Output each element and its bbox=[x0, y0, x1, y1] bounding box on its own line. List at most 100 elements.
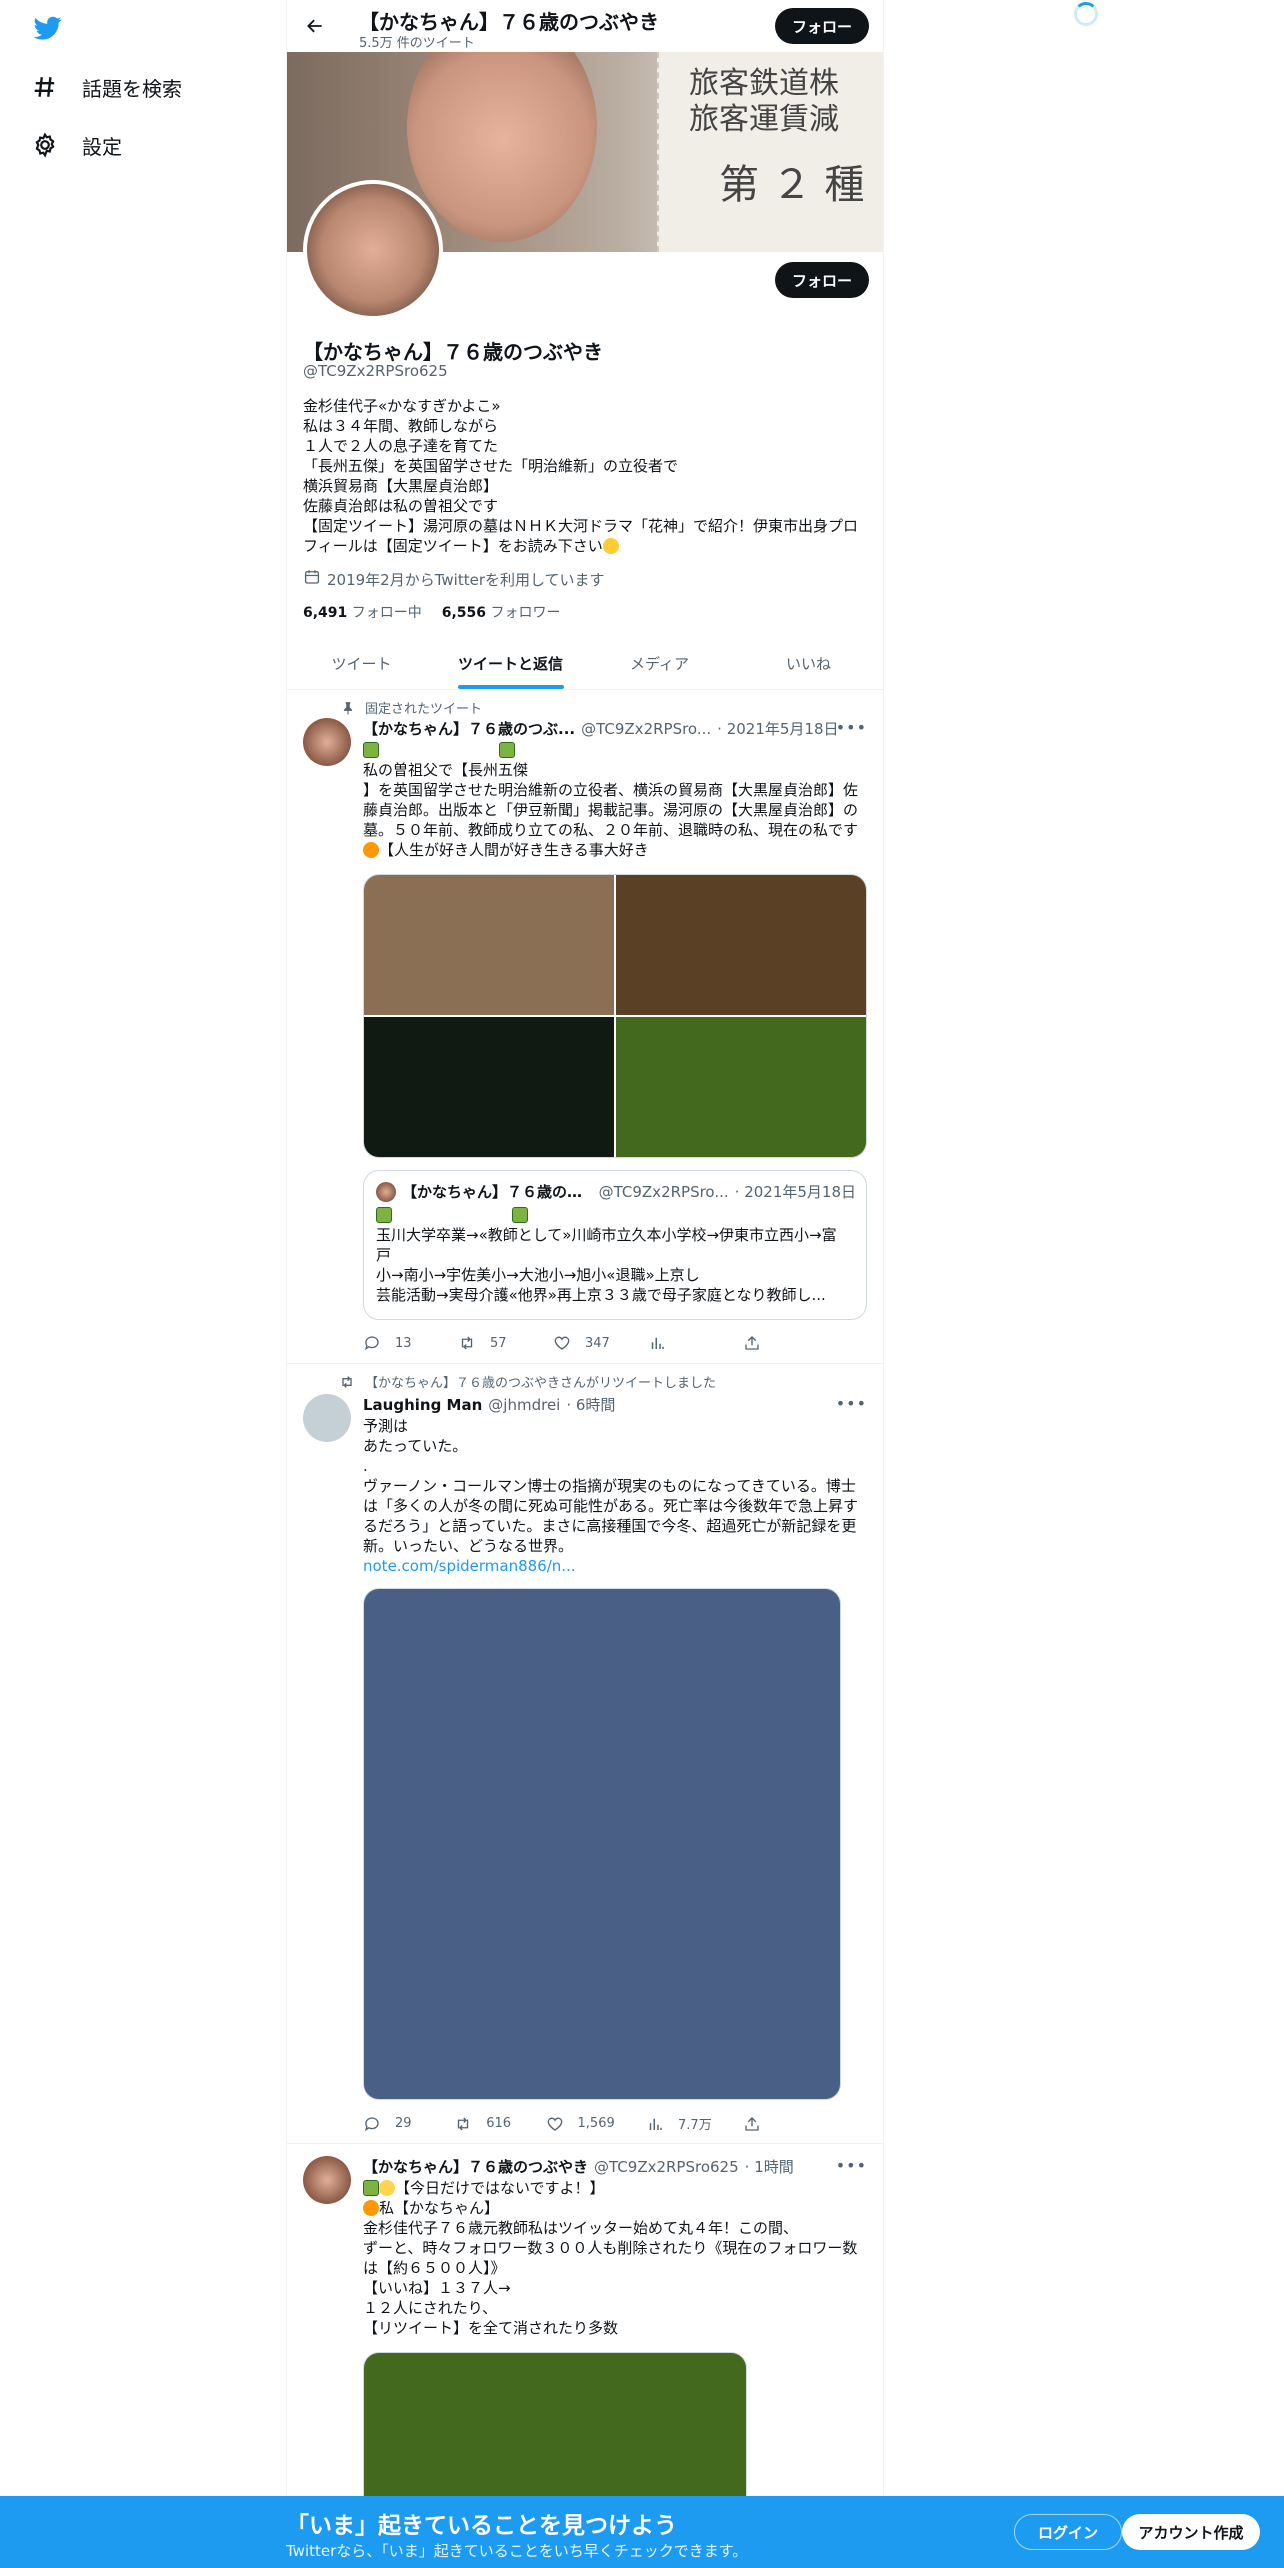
tweet-author-name[interactable]: Laughing Man bbox=[363, 1396, 482, 1414]
tweet-pinned[interactable]: 固定されたツイート 【かなちゃん】７６歳のつぶ... @TC9Zx2RPSro.… bbox=[287, 690, 883, 1364]
tweet-line: . bbox=[363, 1457, 368, 1475]
retweet-icon bbox=[458, 2117, 469, 2130]
tweet-line: は【約６５００人】》 bbox=[363, 2259, 506, 2277]
quoted-line: 芸能活動→実母介護«他界»再上京３３歳で母子家庭となり教師し... bbox=[376, 1286, 826, 1304]
tweet-author-handle: @TC9Zx2RPSro625 bbox=[594, 2157, 739, 2176]
more-options-icon[interactable]: ••• bbox=[836, 2156, 867, 2175]
tweet-time[interactable]: · 6時間 bbox=[566, 1394, 615, 1415]
bio-line: 佐藤貞治郎は私の曽祖父です bbox=[303, 497, 499, 515]
joined-label: 2019年2月からTwitterを利用しています bbox=[327, 570, 605, 589]
calendar-icon bbox=[303, 568, 321, 590]
tweet-image[interactable] bbox=[363, 1588, 841, 2100]
book-emoji-icon bbox=[512, 1207, 528, 1223]
header-follow-button[interactable]: フォロー bbox=[775, 8, 869, 44]
banner-document-photo: 旅客鉄道株 旅客運賃減 第 ２ 種 bbox=[657, 52, 883, 252]
followers-link[interactable]: 6,556 フォロワー bbox=[442, 602, 561, 622]
bio-line: 私は３４年間、教師しながら bbox=[303, 417, 499, 435]
tweet-line: 】を英国留学させた明治維新の立役者、横浜の貿易商【大黒屋貞治郎】佐 bbox=[363, 781, 859, 799]
nav-settings-label: 設定 bbox=[82, 134, 122, 159]
sun-emoji-icon bbox=[363, 2200, 379, 2216]
heart-icon bbox=[547, 2117, 562, 2131]
header-tweet-count: 5.5万 件のツイート bbox=[359, 36, 475, 51]
profile-top-bar: 【かなちゃん】７６歳のつぶやき 5.5万 件のツイート フォロー bbox=[287, 0, 883, 52]
quoted-avatar bbox=[376, 1181, 396, 1202]
profile-handle: @TC9Zx2RPSro625 bbox=[303, 362, 448, 380]
tweet-photo[interactable] bbox=[364, 875, 614, 1015]
left-nav: 話題を検索 設定 bbox=[0, 0, 286, 2568]
reply-button[interactable]: 13 bbox=[363, 1334, 423, 1352]
share-button[interactable] bbox=[743, 1334, 803, 1352]
following-link[interactable]: 6,491 フォロー中 bbox=[303, 602, 422, 622]
twitter-logo-icon[interactable] bbox=[32, 14, 64, 42]
tweet-avatar[interactable] bbox=[303, 718, 351, 766]
quoted-author-handle: @TC9Zx2RPSro... bbox=[598, 1182, 729, 1201]
tweet-actions: 29 616 1,569 7.7万 bbox=[363, 2114, 803, 2133]
tweet-author-handle: @TC9Zx2RPSro... bbox=[581, 719, 712, 738]
tweet-line: るだろう」と語っていた。まさに高接種国で今冬、超過死亡が新記録を更 bbox=[363, 1517, 857, 1535]
tweet-text: 私の曽祖父で【長州五傑 】を英国留学させた明治維新の立役者、横浜の貿易商【大黒屋… bbox=[363, 740, 867, 860]
more-options-icon[interactable]: ••• bbox=[836, 718, 867, 737]
login-button[interactable]: ログイン bbox=[1014, 2514, 1122, 2550]
like-button[interactable]: 1,569 bbox=[546, 2114, 615, 2133]
tweet-time[interactable]: · 1時間 bbox=[745, 2156, 794, 2177]
smile-emoji-icon bbox=[602, 538, 619, 554]
analytics-icon bbox=[649, 2118, 662, 2130]
emoji-row bbox=[376, 1205, 856, 1225]
sun-emoji-icon bbox=[363, 842, 379, 858]
tweet-line: １２人にされたり、 bbox=[363, 2299, 498, 2317]
book-emoji-icon bbox=[499, 742, 515, 758]
tweet-author-name[interactable]: 【かなちゃん】７６歳のつぶ... bbox=[363, 718, 575, 739]
quoted-tweet[interactable]: 【かなちゃん】７６歳のつぶ... @TC9Zx2RPSro... · 2021年… bbox=[363, 1170, 867, 1320]
tweet-photo[interactable] bbox=[364, 1017, 614, 1157]
profile-follow-button[interactable]: フォロー bbox=[775, 262, 869, 298]
tweet-line: は「多くの人が冬の間に死ぬ可能性がある。死亡率は今後数年で急上昇す bbox=[363, 1497, 859, 1515]
signup-button[interactable]: アカウント作成 bbox=[1122, 2514, 1260, 2550]
tweet-context: 【かなちゃん】７６歳のつぶやきさんがリツイートしました bbox=[335, 1372, 716, 1391]
bio-line: 金杉佳代子«かなすぎかよこ» bbox=[303, 397, 501, 415]
more-options-icon[interactable]: ••• bbox=[836, 1394, 867, 1413]
tweet-actions: 13 57 347 bbox=[363, 1334, 803, 1352]
tweet-line: 【いいね】１３７人→ bbox=[363, 2279, 511, 2297]
retweet-button[interactable]: 57 bbox=[458, 1334, 518, 1352]
tweet-time[interactable]: · 2021年5月18日 bbox=[717, 718, 838, 739]
tweet-line: ヴァーノン・コールマン博士の指摘が現実のものになってきている。博士 bbox=[363, 1477, 856, 1495]
heart-icon bbox=[554, 1336, 570, 1350]
retweet-context-icon bbox=[335, 1374, 355, 1390]
analytics-icon bbox=[651, 1337, 664, 1349]
tweet-photo[interactable] bbox=[616, 875, 866, 1015]
tweet-avatar[interactable] bbox=[303, 2156, 351, 2204]
analytics-button[interactable] bbox=[648, 1334, 708, 1352]
tweet-header: 【かなちゃん】７６歳のつぶやき @TC9Zx2RPSro625 · 1時間 bbox=[363, 2156, 867, 2177]
emoji-row bbox=[363, 740, 867, 760]
nav-explore[interactable]: 話題を検索 bbox=[30, 72, 182, 102]
quoted-author-name: 【かなちゃん】７６歳のつぶ... bbox=[402, 1183, 593, 1201]
tab-media[interactable]: メディア bbox=[585, 638, 734, 689]
retweet-icon bbox=[461, 1336, 473, 1350]
signup-banner: 「いま」起きていることを見つけよう Twitterなら、「いま」起きていることを… bbox=[0, 2496, 1284, 2568]
back-arrow-icon[interactable] bbox=[299, 10, 331, 42]
tab-tweets[interactable]: ツイート bbox=[287, 638, 436, 689]
tweet-line: 私の曽祖父で【長州五傑 bbox=[363, 761, 529, 779]
tweet-line: 【リツイート】を全て消されたり多数 bbox=[363, 2319, 619, 2337]
analytics-button[interactable]: 7.7万 bbox=[646, 2114, 712, 2133]
nav-settings[interactable]: 設定 bbox=[30, 130, 122, 160]
bio-line: 横浜貿易商【大黒屋貞治郎】 bbox=[303, 477, 499, 495]
tweet-line: 予測は bbox=[363, 1417, 409, 1435]
banner-face-photo bbox=[407, 52, 597, 242]
retweet-button[interactable]: 616 bbox=[454, 2114, 514, 2133]
tweet-line: あたっていた。 bbox=[363, 1437, 468, 1455]
reply-button[interactable]: 29 bbox=[363, 2114, 423, 2133]
tweet-link[interactable]: note.com/spiderman886/n... bbox=[363, 1556, 867, 1576]
like-button[interactable]: 347 bbox=[553, 1334, 613, 1352]
profile-tabs: ツイート ツイートと返信 メディア いいね bbox=[287, 638, 883, 690]
tab-likes[interactable]: いいね bbox=[734, 638, 883, 689]
tweet-photo[interactable] bbox=[616, 1017, 866, 1157]
tweet-author-name[interactable]: 【かなちゃん】７６歳のつぶやき bbox=[363, 2156, 588, 2177]
share-button[interactable] bbox=[743, 2114, 803, 2133]
tweet-avatar[interactable] bbox=[303, 1394, 351, 1442]
tweet-retweeted[interactable]: 【かなちゃん】７６歳のつぶやきさんがリツイートしました Laughing Man… bbox=[287, 1364, 883, 2144]
tab-tweets-and-replies[interactable]: ツイートと返信 bbox=[436, 638, 585, 689]
sad-emoji-icon bbox=[379, 2180, 395, 2196]
gear-icon bbox=[30, 130, 60, 160]
profile-avatar[interactable] bbox=[303, 180, 443, 320]
